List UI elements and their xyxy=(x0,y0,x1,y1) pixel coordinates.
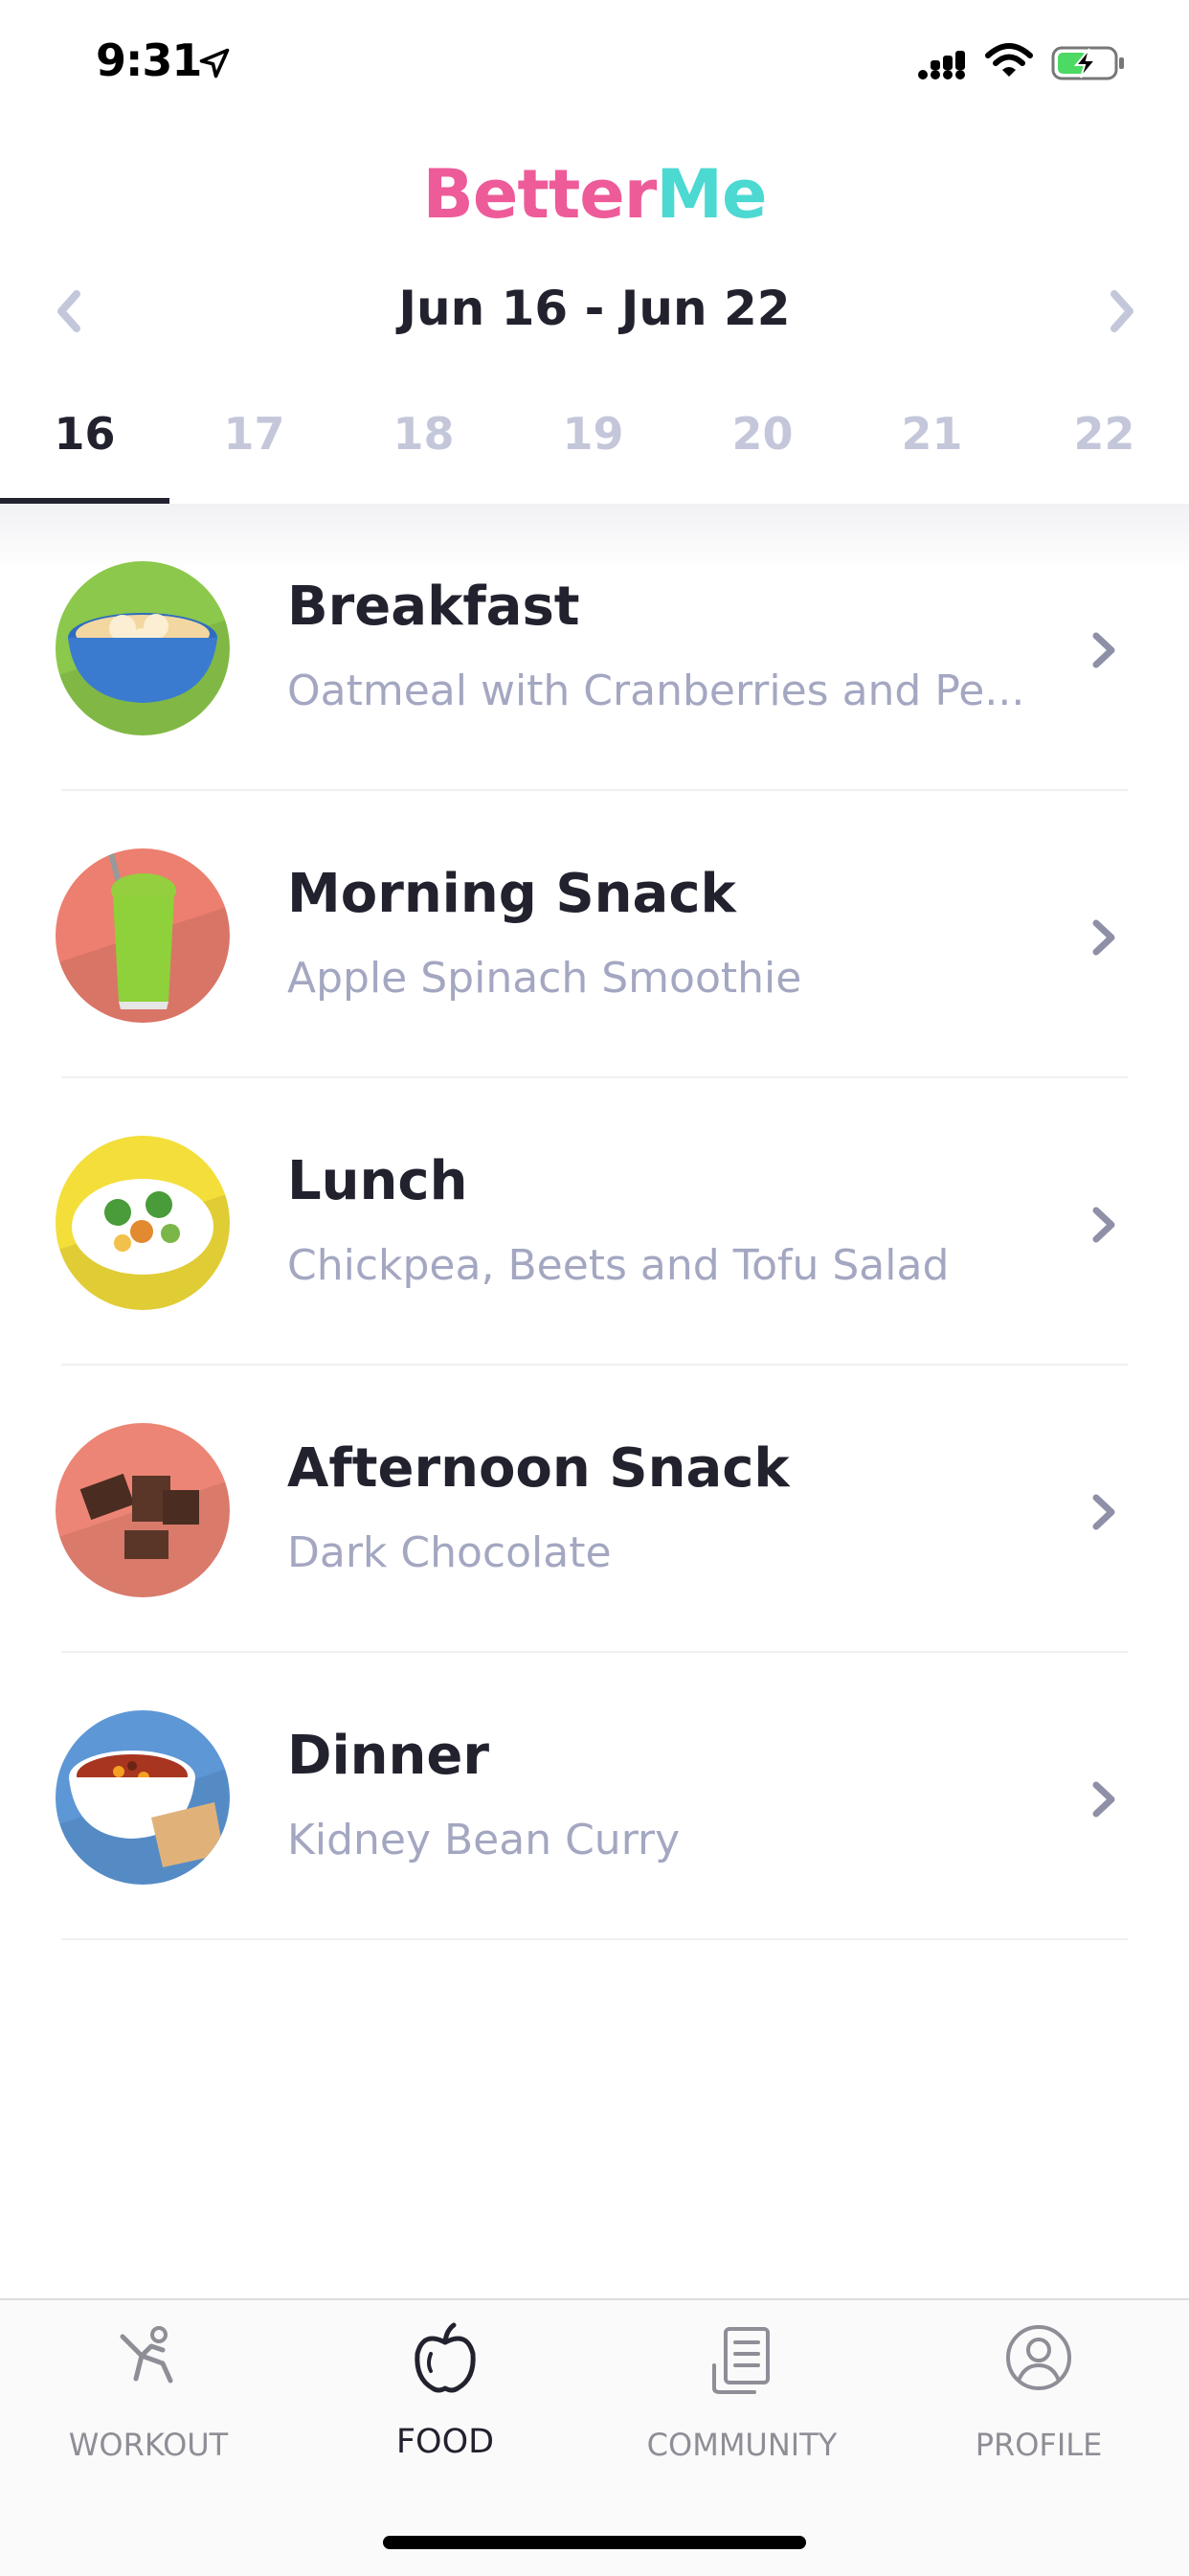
meal-item-lunch[interactable]: Lunch Chickpea, Beets and Tofu Salad xyxy=(0,1078,1189,1366)
tab-bar: WORKOUT FOOD COMMUNITY PROFILE xyxy=(0,2298,1189,2576)
chevron-right-icon[interactable] xyxy=(1101,284,1143,338)
app-logo: BetterMe xyxy=(0,155,1189,234)
meal-name: Morning Snack xyxy=(287,863,736,925)
meal-name: Dinner xyxy=(287,1725,490,1787)
tab-food[interactable]: FOOD xyxy=(297,2321,594,2474)
tab-label: COMMUNITY xyxy=(646,2427,838,2463)
logo-me: Me xyxy=(656,155,767,234)
community-icon xyxy=(712,2327,770,2394)
workout-icon xyxy=(120,2326,173,2384)
day-tab-18[interactable]: 18 xyxy=(339,408,508,504)
location-arrow-icon xyxy=(199,48,230,79)
day-tab-20[interactable]: 20 xyxy=(678,408,847,504)
tab-label: PROFILE xyxy=(975,2427,1103,2463)
curry-bowl-icon xyxy=(56,1710,230,1885)
divider xyxy=(61,1938,1128,1940)
chevron-right-icon xyxy=(1092,919,1115,956)
chevron-right-icon xyxy=(1092,632,1115,668)
day-tab-19[interactable]: 19 xyxy=(508,408,678,504)
meal-item-afternoon-snack[interactable]: Afternoon Snack Dark Chocolate xyxy=(0,1366,1189,1653)
tab-profile[interactable]: PROFILE xyxy=(890,2321,1187,2474)
meal-name: Breakfast xyxy=(287,576,580,638)
battery-charging-icon xyxy=(1051,46,1124,80)
tab-community[interactable]: COMMUNITY xyxy=(594,2321,890,2474)
oatmeal-bowl-icon xyxy=(56,561,230,735)
chevron-right-icon xyxy=(1092,1494,1115,1530)
tab-label: FOOD xyxy=(395,2423,495,2461)
meal-description: Chickpea, Beets and Tofu Salad xyxy=(287,1241,950,1290)
chevron-right-icon xyxy=(1092,1781,1115,1818)
meal-name: Afternoon Snack xyxy=(287,1437,790,1500)
meal-name: Lunch xyxy=(287,1150,468,1212)
meal-item-dinner[interactable]: Dinner Kidney Bean Curry xyxy=(0,1653,1189,1940)
day-tab-16[interactable]: 16 xyxy=(0,408,169,504)
chocolate-icon xyxy=(56,1423,230,1597)
meal-description: Dark Chocolate xyxy=(287,1528,612,1577)
salad-plate-icon xyxy=(56,1136,230,1310)
logo-better: Better xyxy=(422,155,658,234)
home-indicator xyxy=(383,2536,806,2549)
meal-description: Apple Spinach Smoothie xyxy=(287,954,802,1003)
meal-item-breakfast[interactable]: Breakfast Oatmeal with Cranberries and P… xyxy=(0,504,1189,791)
meal-description: Oatmeal with Cranberries and Pe... xyxy=(287,667,1025,715)
cellular-signal-icon xyxy=(918,51,965,79)
week-navigation: Jun 16 - Jun 22 xyxy=(0,273,1189,350)
meal-item-morning-snack[interactable]: Morning Snack Apple Spinach Smoothie xyxy=(0,791,1189,1078)
status-bar: 9:31 xyxy=(0,0,1189,134)
status-time: 9:31 xyxy=(96,34,202,86)
meal-description: Kidney Bean Curry xyxy=(287,1816,681,1864)
day-tab-21[interactable]: 21 xyxy=(847,408,1017,504)
wifi-icon xyxy=(985,43,1033,77)
chevron-right-icon xyxy=(1092,1207,1115,1243)
tab-label: WORKOUT xyxy=(68,2427,229,2463)
week-title: Jun 16 - Jun 22 xyxy=(398,281,791,336)
smoothie-glass-icon xyxy=(56,848,230,1023)
apple-icon xyxy=(415,2322,476,2393)
tab-workout[interactable]: WORKOUT xyxy=(0,2321,297,2474)
day-tab-22[interactable]: 22 xyxy=(1020,408,1189,504)
profile-icon xyxy=(1006,2325,1071,2390)
day-tabs: 16 17 18 19 20 21 22 xyxy=(0,381,1189,504)
day-tab-17[interactable]: 17 xyxy=(169,408,339,504)
